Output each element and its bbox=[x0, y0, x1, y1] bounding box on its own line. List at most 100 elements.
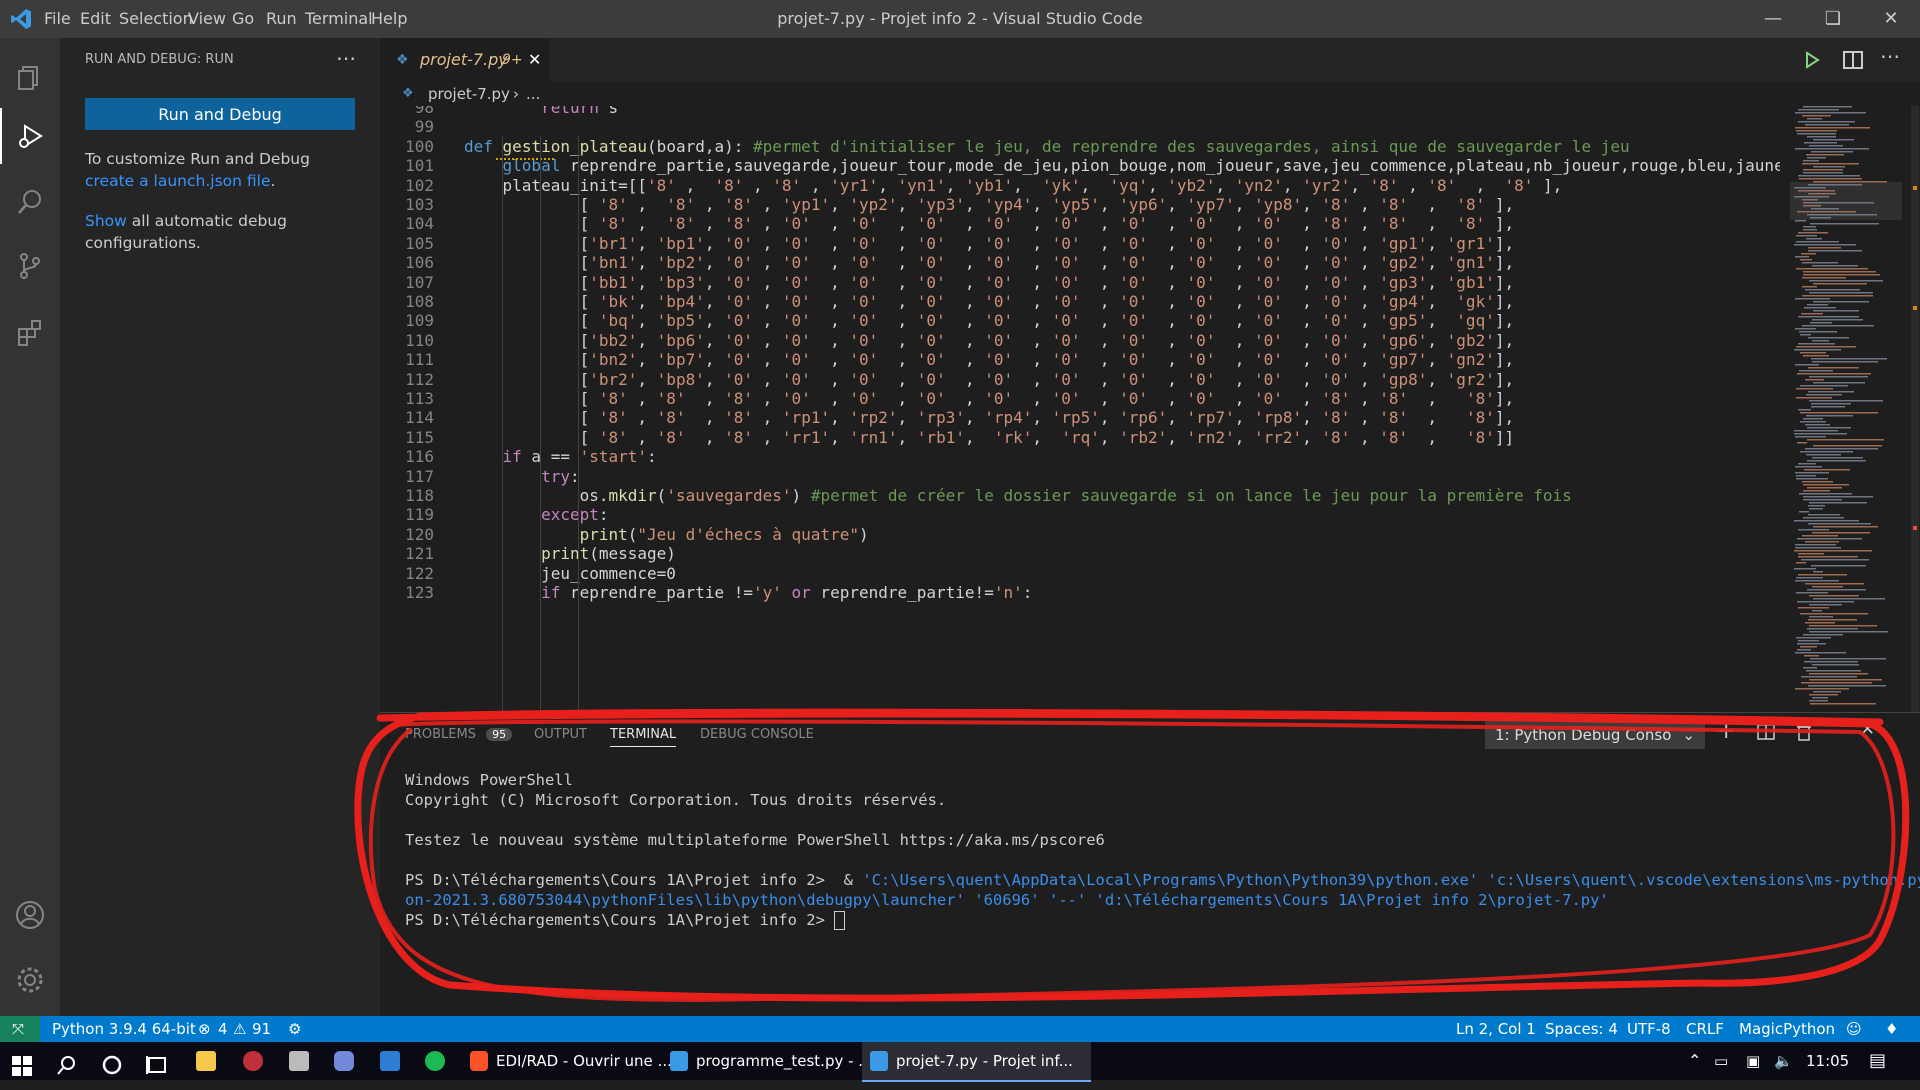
extensions-icon[interactable] bbox=[0, 304, 60, 360]
code-line[interactable]: 123 if reprendre_partie !='y' or reprend… bbox=[380, 581, 1780, 605]
encoding[interactable]: UTF-8 bbox=[1627, 1016, 1671, 1042]
more-editor-actions-icon[interactable]: ⋯ bbox=[1880, 44, 1900, 68]
breadcrumb-more[interactable]: ... bbox=[526, 82, 540, 106]
action-center-icon[interactable]: ▤ bbox=[1869, 1042, 1886, 1080]
minimap-line bbox=[1798, 316, 1859, 318]
feedback-icon[interactable]: ☺ bbox=[1846, 1016, 1862, 1042]
menu-go[interactable]: Go bbox=[232, 0, 254, 38]
indent-guide bbox=[540, 136, 541, 712]
close-window-button[interactable]: ✕ bbox=[1868, 0, 1914, 38]
python-interpreter[interactable]: Python 3.9.4 64-bit bbox=[52, 1016, 196, 1042]
line-endings[interactable]: CRLF bbox=[1686, 1016, 1724, 1042]
minimap-line bbox=[1808, 367, 1859, 369]
trash-icon[interactable] bbox=[1796, 723, 1812, 745]
menu-help[interactable]: Help bbox=[371, 0, 407, 38]
restore-button[interactable]: ❏ bbox=[1810, 0, 1856, 38]
task-view-icon[interactable] bbox=[146, 1051, 168, 1089]
code-editor[interactable]: 98 return s 99 100 def gestion_plateau(boar… bbox=[380, 106, 1780, 712]
minimap-line bbox=[1796, 235, 1817, 237]
menu-selection[interactable]: Selection bbox=[119, 0, 193, 38]
activity-bar bbox=[0, 38, 60, 1016]
minimap-line bbox=[1803, 172, 1843, 174]
minimap-line bbox=[1808, 505, 1825, 507]
vscode-taskbar-icon bbox=[870, 1051, 888, 1071]
terminal-line: Windows PowerShell bbox=[405, 771, 573, 789]
search-icon[interactable] bbox=[0, 174, 60, 230]
menu-run[interactable]: Run bbox=[266, 0, 297, 38]
taskbar-app-brave[interactable]: EDI/RAD - Ouvrir une ... bbox=[462, 1042, 686, 1080]
minimap-line bbox=[1809, 376, 1868, 378]
editor-scrollbar[interactable] bbox=[1903, 106, 1920, 712]
create-launch-json-link[interactable]: create a launch.json file bbox=[85, 172, 271, 190]
network-icon[interactable]: ▣ bbox=[1746, 1042, 1760, 1080]
taskbar-app-vscode-2[interactable]: projet-7.py - Projet inf... bbox=[862, 1042, 1091, 1082]
show-link[interactable]: Show bbox=[85, 212, 127, 230]
minimap-line bbox=[1798, 553, 1824, 555]
cortana-icon[interactable] bbox=[102, 1051, 122, 1089]
notifications-bell-icon[interactable]: ♦ bbox=[1885, 1016, 1898, 1042]
run-and-debug-button[interactable]: Run and Debug bbox=[85, 98, 355, 130]
volume-icon[interactable]: 🔈 bbox=[1774, 1042, 1793, 1080]
taskbar-app-vscode-1[interactable]: programme_test.py - ... bbox=[662, 1042, 886, 1080]
close-panel-icon[interactable]: ✕ bbox=[1860, 719, 1875, 740]
errors-icon[interactable]: ⊗ bbox=[198, 1016, 211, 1042]
discord-icon[interactable] bbox=[334, 1051, 354, 1071]
customize-text-prefix: To customize Run and Debug bbox=[85, 150, 310, 168]
menu-terminal[interactable]: Terminal bbox=[305, 0, 373, 38]
minimap-line bbox=[1807, 136, 1836, 138]
battery-icon[interactable]: ▭ bbox=[1714, 1042, 1728, 1080]
more-actions-icon[interactable]: ⋯ bbox=[336, 46, 356, 70]
tab-debug-console[interactable]: DEBUG CONSOLE bbox=[700, 727, 814, 742]
explorer-icon[interactable] bbox=[0, 50, 60, 106]
remote-indicator[interactable]: ⤧ bbox=[0, 1016, 40, 1042]
search-taskbar-icon[interactable] bbox=[57, 1051, 77, 1089]
minimap-line bbox=[1798, 232, 1828, 234]
code-text: if reprendre_partie !='y' or reprendre_p… bbox=[541, 583, 1033, 602]
split-editor-icon[interactable] bbox=[1841, 48, 1865, 72]
app-icon-blue[interactable] bbox=[380, 1051, 400, 1071]
tab-problems[interactable]: PROBLEMS 95 bbox=[405, 727, 513, 742]
debug-status-icon[interactable]: ⚙ bbox=[288, 1016, 301, 1042]
warnings-count[interactable]: 91 bbox=[252, 1016, 271, 1042]
calculator-icon[interactable] bbox=[289, 1051, 309, 1071]
minimap-line bbox=[1804, 655, 1819, 657]
cursor-position[interactable]: Ln 2, Col 1 bbox=[1456, 1016, 1536, 1042]
tab-output[interactable]: OUTPUT bbox=[534, 727, 587, 742]
minimap[interactable] bbox=[1790, 106, 1902, 712]
split-terminal-icon[interactable] bbox=[1757, 723, 1775, 745]
warnings-icon[interactable]: ⚠ bbox=[233, 1016, 246, 1042]
terminal-select-dropdown[interactable]: 1: Python Debug Conso ⌄ bbox=[1485, 721, 1705, 749]
minimap-line bbox=[1796, 475, 1816, 477]
file-explorer-icon[interactable] bbox=[196, 1051, 216, 1071]
minimap-line bbox=[1795, 688, 1849, 690]
indentation[interactable]: Spaces: 4 bbox=[1545, 1016, 1618, 1042]
menu-file[interactable]: File bbox=[44, 0, 71, 38]
minimap-line bbox=[1809, 595, 1859, 597]
clock[interactable]: 11:05 bbox=[1806, 1042, 1849, 1080]
minimap-line bbox=[1804, 469, 1850, 471]
tab-terminal[interactable]: TERMINAL bbox=[610, 727, 677, 747]
minimap-line bbox=[1803, 490, 1830, 492]
account-icon[interactable] bbox=[0, 887, 60, 943]
minimize-button[interactable]: — bbox=[1750, 0, 1796, 38]
settings-gear-icon[interactable] bbox=[0, 952, 60, 1008]
menu-edit[interactable]: Edit bbox=[80, 0, 111, 38]
minimap-line bbox=[1809, 280, 1883, 282]
terminal-line: Copyright (C) Microsoft Corporation. Tou… bbox=[405, 791, 947, 809]
source-control-icon[interactable] bbox=[0, 238, 60, 294]
tab-projet-7[interactable]: ❖ projet-7.py 9+ ✕ bbox=[380, 38, 550, 82]
close-tab-icon[interactable]: ✕ bbox=[528, 38, 541, 82]
run-debug-icon[interactable] bbox=[0, 108, 60, 164]
spotify-icon[interactable] bbox=[425, 1051, 445, 1071]
minimap-line bbox=[1803, 274, 1880, 276]
language-mode[interactable]: MagicPython bbox=[1739, 1016, 1835, 1042]
new-terminal-icon[interactable]: + bbox=[1717, 719, 1735, 744]
windows-start-icon[interactable] bbox=[12, 1052, 32, 1090]
breadcrumb-file[interactable]: projet-7.py bbox=[428, 82, 510, 106]
run-file-icon[interactable] bbox=[1800, 48, 1824, 72]
tray-chevron-icon[interactable]: ⌃ bbox=[1688, 1042, 1701, 1080]
menu-view[interactable]: View bbox=[188, 0, 226, 38]
terminal-prompt-line[interactable]: PS D:\Téléchargements\Cours 1A\Projet in… bbox=[405, 910, 846, 930]
app-icon-red[interactable] bbox=[243, 1051, 263, 1071]
errors-count[interactable]: 4 bbox=[218, 1016, 228, 1042]
